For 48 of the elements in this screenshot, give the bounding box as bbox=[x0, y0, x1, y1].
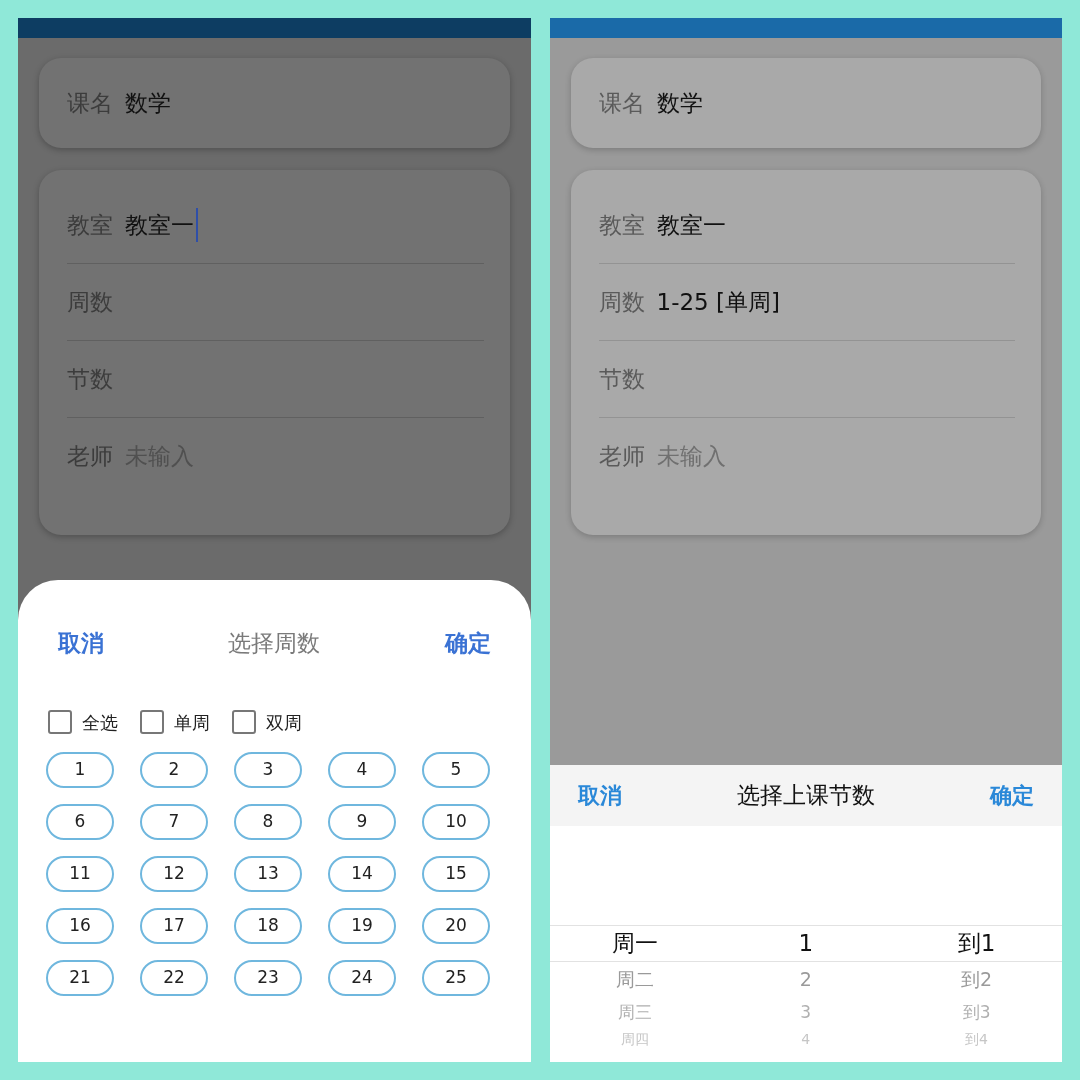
week-chip[interactable]: 10 bbox=[422, 804, 490, 840]
week-chip[interactable]: 24 bbox=[328, 960, 396, 996]
week-chip[interactable]: 20 bbox=[422, 908, 490, 944]
field-label: 老师 bbox=[598, 442, 645, 472]
field-label: 教室 bbox=[598, 210, 645, 240]
field-label: 节数 bbox=[598, 364, 645, 394]
week-chip[interactable]: 22 bbox=[140, 960, 208, 996]
field-value[interactable]: 教室一 bbox=[125, 207, 198, 243]
field-value[interactable]: 1-25 [单周] bbox=[656, 284, 784, 320]
wheel-item[interactable]: 到1 bbox=[957, 932, 996, 955]
cancel-button[interactable]: 取消 bbox=[58, 625, 104, 661]
week-chip[interactable]: 6 bbox=[46, 804, 114, 840]
week-chip[interactable]: 21 bbox=[46, 960, 114, 996]
week-chip[interactable]: 19 bbox=[328, 908, 396, 944]
week-chip[interactable]: 3 bbox=[234, 752, 302, 788]
week-chip[interactable]: 14 bbox=[328, 856, 396, 892]
week-chip[interactable]: 13 bbox=[234, 856, 302, 892]
week-chip[interactable]: 1 bbox=[46, 752, 114, 788]
week-chip[interactable]: 2 bbox=[140, 752, 208, 788]
field-value[interactable]: 教室一 bbox=[656, 207, 730, 243]
checkbox[interactable] bbox=[140, 710, 164, 734]
sheet-title: 选择上课节数 bbox=[736, 781, 875, 811]
week-chip[interactable]: 25 bbox=[422, 960, 490, 996]
week-chip[interactable]: 7 bbox=[140, 804, 208, 840]
checkbox-label: 双周 bbox=[266, 710, 302, 735]
week-chip[interactable]: 9 bbox=[328, 804, 396, 840]
checkbox-label: 全选 bbox=[82, 710, 118, 735]
week-chip[interactable]: 11 bbox=[46, 856, 114, 892]
week-chip[interactable]: 12 bbox=[140, 856, 208, 892]
checkbox-label: 单周 bbox=[174, 710, 210, 735]
wheel-item[interactable]: 1 bbox=[798, 932, 814, 955]
checkbox[interactable] bbox=[48, 710, 72, 734]
week-chip[interactable]: 5 bbox=[422, 752, 490, 788]
field-value[interactable]: 数学 bbox=[656, 85, 703, 121]
confirm-button[interactable]: 确定 bbox=[444, 625, 491, 661]
week-chip[interactable]: 4 bbox=[328, 752, 396, 788]
wheel-item[interactable]: 周一 bbox=[611, 932, 658, 955]
week-chip[interactable]: 16 bbox=[46, 908, 114, 944]
week-chip[interactable]: 17 bbox=[140, 908, 208, 944]
week-chip[interactable]: 15 bbox=[422, 856, 490, 892]
field-value[interactable]: 数学 bbox=[125, 85, 171, 121]
field-label: 周数 bbox=[598, 287, 645, 317]
field-label: 课名 bbox=[598, 88, 645, 118]
sheet-title: 选择周数 bbox=[228, 628, 321, 658]
week-chip[interactable]: 8 bbox=[234, 804, 302, 840]
week-chip[interactable]: 18 bbox=[234, 908, 302, 944]
week-chip[interactable]: 23 bbox=[234, 960, 302, 996]
checkbox[interactable] bbox=[232, 710, 256, 734]
